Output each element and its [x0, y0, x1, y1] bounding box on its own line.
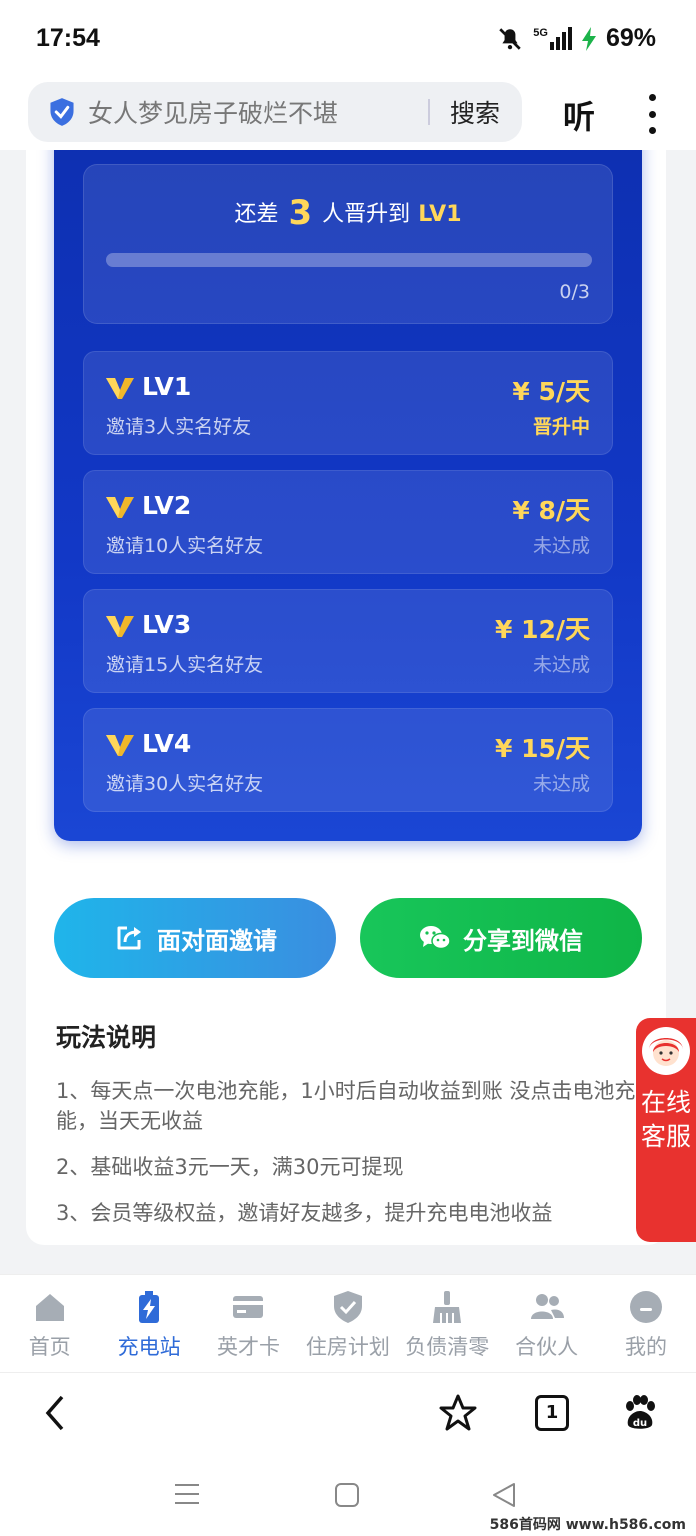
level-item-lv1: LV1 邀请3人实名好友 ¥ 5/天 晋升中: [83, 351, 613, 455]
wechat-icon: [420, 926, 451, 950]
level-desc: 邀请3人实名好友: [106, 416, 252, 438]
tab-charging-station[interactable]: 充电站: [99, 1275, 198, 1372]
share-icon: [117, 926, 141, 950]
progress-count: 0/3: [559, 281, 590, 303]
browser-toolbar: 女人梦见房子破烂不堪 搜索 听: [0, 78, 696, 150]
progress-box: 还差 3 人晋升到 LV1 0/3: [83, 164, 613, 324]
level-desc: 邀请10人实名好友: [106, 535, 264, 557]
progress-bar: [106, 253, 592, 267]
home-icon: [35, 1294, 64, 1321]
level-status: 未达成: [532, 773, 590, 795]
vip-v-icon: [106, 616, 134, 637]
svg-text:du: du: [633, 1418, 647, 1429]
home-square-icon[interactable]: [334, 1482, 360, 1508]
card-icon: [233, 1296, 264, 1318]
star-icon[interactable]: [438, 1393, 478, 1433]
progress-remaining: 3: [288, 193, 313, 233]
wechat-button-label: 分享到微信: [463, 926, 583, 955]
level-price: ¥ 12/天: [494, 615, 590, 644]
progress-prefix: 还差: [234, 202, 279, 227]
status-time: 17:54: [36, 24, 100, 52]
tab-count-button[interactable]: 1: [535, 1395, 569, 1431]
broom-icon: [433, 1291, 462, 1323]
tab-label: 住房计划: [305, 1335, 390, 1359]
tab-label: 我的: [625, 1335, 668, 1359]
tab-label: 充电站: [117, 1335, 181, 1359]
tab-partner[interactable]: 合伙人: [497, 1275, 596, 1372]
level-desc: 邀请15人实名好友: [106, 654, 264, 676]
tab-mine[interactable]: 我的: [596, 1275, 695, 1372]
tab-label: 负债清零: [405, 1335, 490, 1359]
battery-percent: 69%: [605, 24, 656, 52]
level-item-lv2: LV2 邀请10人实名好友 ¥ 8/天 未达成: [83, 470, 613, 574]
online-service-label: 在线客服: [640, 1088, 691, 1151]
back-icon[interactable]: [36, 1393, 76, 1433]
level-price: ¥ 15/天: [494, 734, 590, 763]
signal-icon: 5G: [533, 27, 572, 50]
progress-target-level: LV1: [418, 202, 462, 227]
search-button[interactable]: 搜索: [450, 94, 500, 130]
rule-item: 2、基础收益3元一天，满30元可提现: [56, 1155, 404, 1179]
tab-housing-plan[interactable]: 住房计划: [298, 1275, 397, 1372]
baidu-paw-icon[interactable]: du: [620, 1393, 660, 1433]
page-content: 还差 3 人晋升到 LV1 0/3 LV1 邀请3人实名好友 ¥ 5/天 晋升中 LV…: [0, 150, 696, 1274]
mute-bell-icon: [499, 27, 521, 50]
level-name: LV4: [142, 729, 192, 758]
bottom-tab-bar: 首页 充电站 英才卡 住房计划 负债清零 合伙人 我的: [0, 1274, 696, 1372]
vip-v-icon: [106, 378, 134, 399]
shield-check-icon: [333, 1291, 362, 1323]
level-panel: 还差 3 人晋升到 LV1 0/3 LV1 邀请3人实名好友 ¥ 5/天 晋升中 LV…: [54, 150, 642, 841]
vip-v-icon: [106, 497, 134, 518]
customer-service-avatar-icon: [642, 1027, 690, 1075]
online-service-button[interactable]: 在线客服: [636, 1018, 696, 1242]
tab-label: 首页: [28, 1335, 71, 1359]
level-item-lv3: LV3 邀请15人实名好友 ¥ 12/天 未达成: [83, 589, 613, 693]
tab-debt-clear[interactable]: 负债清零: [398, 1275, 497, 1372]
browser-nav-bar: 1 du: [0, 1372, 696, 1452]
back-triangle-icon[interactable]: [492, 1482, 516, 1508]
tab-label: 合伙人: [515, 1335, 579, 1359]
level-item-lv4: LV4 邀请30人实名好友 ¥ 15/天 未达成: [83, 708, 613, 812]
face-to-face-invite-button[interactable]: 面对面邀请: [54, 898, 336, 978]
tab-talent-card[interactable]: 英才卡: [199, 1275, 298, 1372]
profile-icon: [630, 1291, 663, 1323]
listen-button[interactable]: 听: [563, 92, 595, 138]
status-indicators: 5G 69%: [497, 24, 656, 53]
charging-icon: [581, 26, 596, 51]
rule-item: 1、每天点一次电池充能，1小时后自动收益到账 没点击电池充能，当天无收益: [56, 1079, 636, 1133]
level-status: 未达成: [532, 654, 590, 676]
member-card: 还差 3 人晋升到 LV1 0/3 LV1 邀请3人实名好友 ¥ 5/天 晋升中 LV…: [26, 150, 666, 1245]
shield-icon: [50, 98, 74, 126]
level-status: 未达成: [532, 535, 590, 557]
battery-charging-icon: [139, 1291, 160, 1323]
level-name: LV3: [142, 610, 192, 639]
search-box[interactable]: 女人梦见房子破烂不堪 搜索: [28, 82, 522, 142]
level-desc: 邀请30人实名好友: [106, 773, 264, 795]
share-wechat-button[interactable]: 分享到微信: [360, 898, 642, 978]
tab-label: 英才卡: [216, 1335, 280, 1359]
invite-button-label: 面对面邀请: [157, 926, 277, 955]
search-input[interactable]: 女人梦见房子破烂不堪: [88, 94, 428, 130]
menu-icon[interactable]: [174, 1482, 200, 1506]
status-bar: 17:54 5G 69%: [0, 0, 696, 78]
rule-item: 3、会员等级权益，邀请好友越多，提升充电电池收益: [56, 1201, 553, 1225]
network-type: 5G: [533, 27, 548, 39]
level-price: ¥ 5/天: [512, 377, 590, 406]
rules-title: 玩法说明: [56, 1023, 157, 1052]
level-name: LV1: [142, 372, 192, 401]
search-divider: [427, 99, 430, 125]
level-name: LV2: [142, 491, 192, 520]
level-price: ¥ 8/天: [512, 496, 590, 525]
level-status: 晋升中: [532, 416, 590, 438]
progress-middle: 人晋升到: [322, 202, 411, 227]
progress-title: 还差 3 人晋升到 LV1: [84, 193, 612, 233]
vip-v-icon: [106, 735, 134, 756]
tab-home[interactable]: 首页: [0, 1275, 99, 1372]
users-icon: [530, 1294, 564, 1319]
more-menu-icon[interactable]: [642, 94, 662, 134]
watermark: 586首码网 www.h586.com: [489, 1517, 686, 1533]
